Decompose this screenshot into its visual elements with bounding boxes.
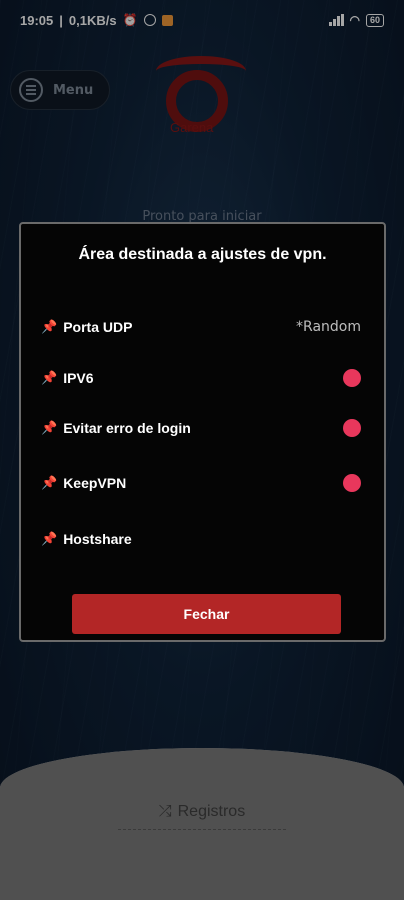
ipv6-toggle[interactable] — [343, 369, 361, 387]
evitar-erro-login-toggle[interactable] — [343, 419, 361, 437]
registros-underline — [118, 829, 286, 830]
setting-label: Evitar erro de login — [63, 420, 191, 436]
setting-row-hostshare[interactable]: 📌 Hostshare — [41, 525, 361, 553]
setting-label: IPV6 — [63, 370, 94, 386]
porta-udp-value[interactable]: *Random — [296, 319, 361, 335]
setting-row-ipv6[interactable]: 📌 IPV6 — [41, 364, 361, 392]
setting-label: Hostshare — [63, 531, 132, 547]
keepvpn-toggle[interactable] — [343, 474, 361, 492]
fechar-button[interactable]: Fechar — [72, 594, 341, 634]
pin-icon: 📌 — [41, 475, 58, 490]
pin-icon: 📌 — [41, 531, 58, 546]
setting-row-keepvpn[interactable]: 📌 KeepVPN — [41, 469, 361, 497]
registros-label: Registros — [177, 803, 246, 820]
setting-row-evitar-erro-login[interactable]: 📌 Evitar erro de login — [41, 414, 361, 442]
pin-icon: 📌 — [41, 319, 58, 334]
pin-icon: 📌 — [41, 370, 58, 385]
registros-button[interactable]: ⤮ Registros — [0, 803, 404, 821]
bottom-panel — [0, 748, 404, 900]
vpn-settings-dialog: Área destinada a ajustes de vpn. 📌 Porta… — [19, 222, 386, 642]
setting-row-porta-udp[interactable]: 📌 Porta UDP *Random — [41, 313, 361, 341]
setting-label: KeepVPN — [63, 475, 127, 491]
setting-label: Porta UDP — [63, 319, 133, 335]
dialog-title: Área destinada a ajustes de vpn. — [78, 246, 327, 263]
shuffle-icon: ⤮ — [158, 803, 172, 820]
pin-icon: 📌 — [41, 420, 58, 435]
